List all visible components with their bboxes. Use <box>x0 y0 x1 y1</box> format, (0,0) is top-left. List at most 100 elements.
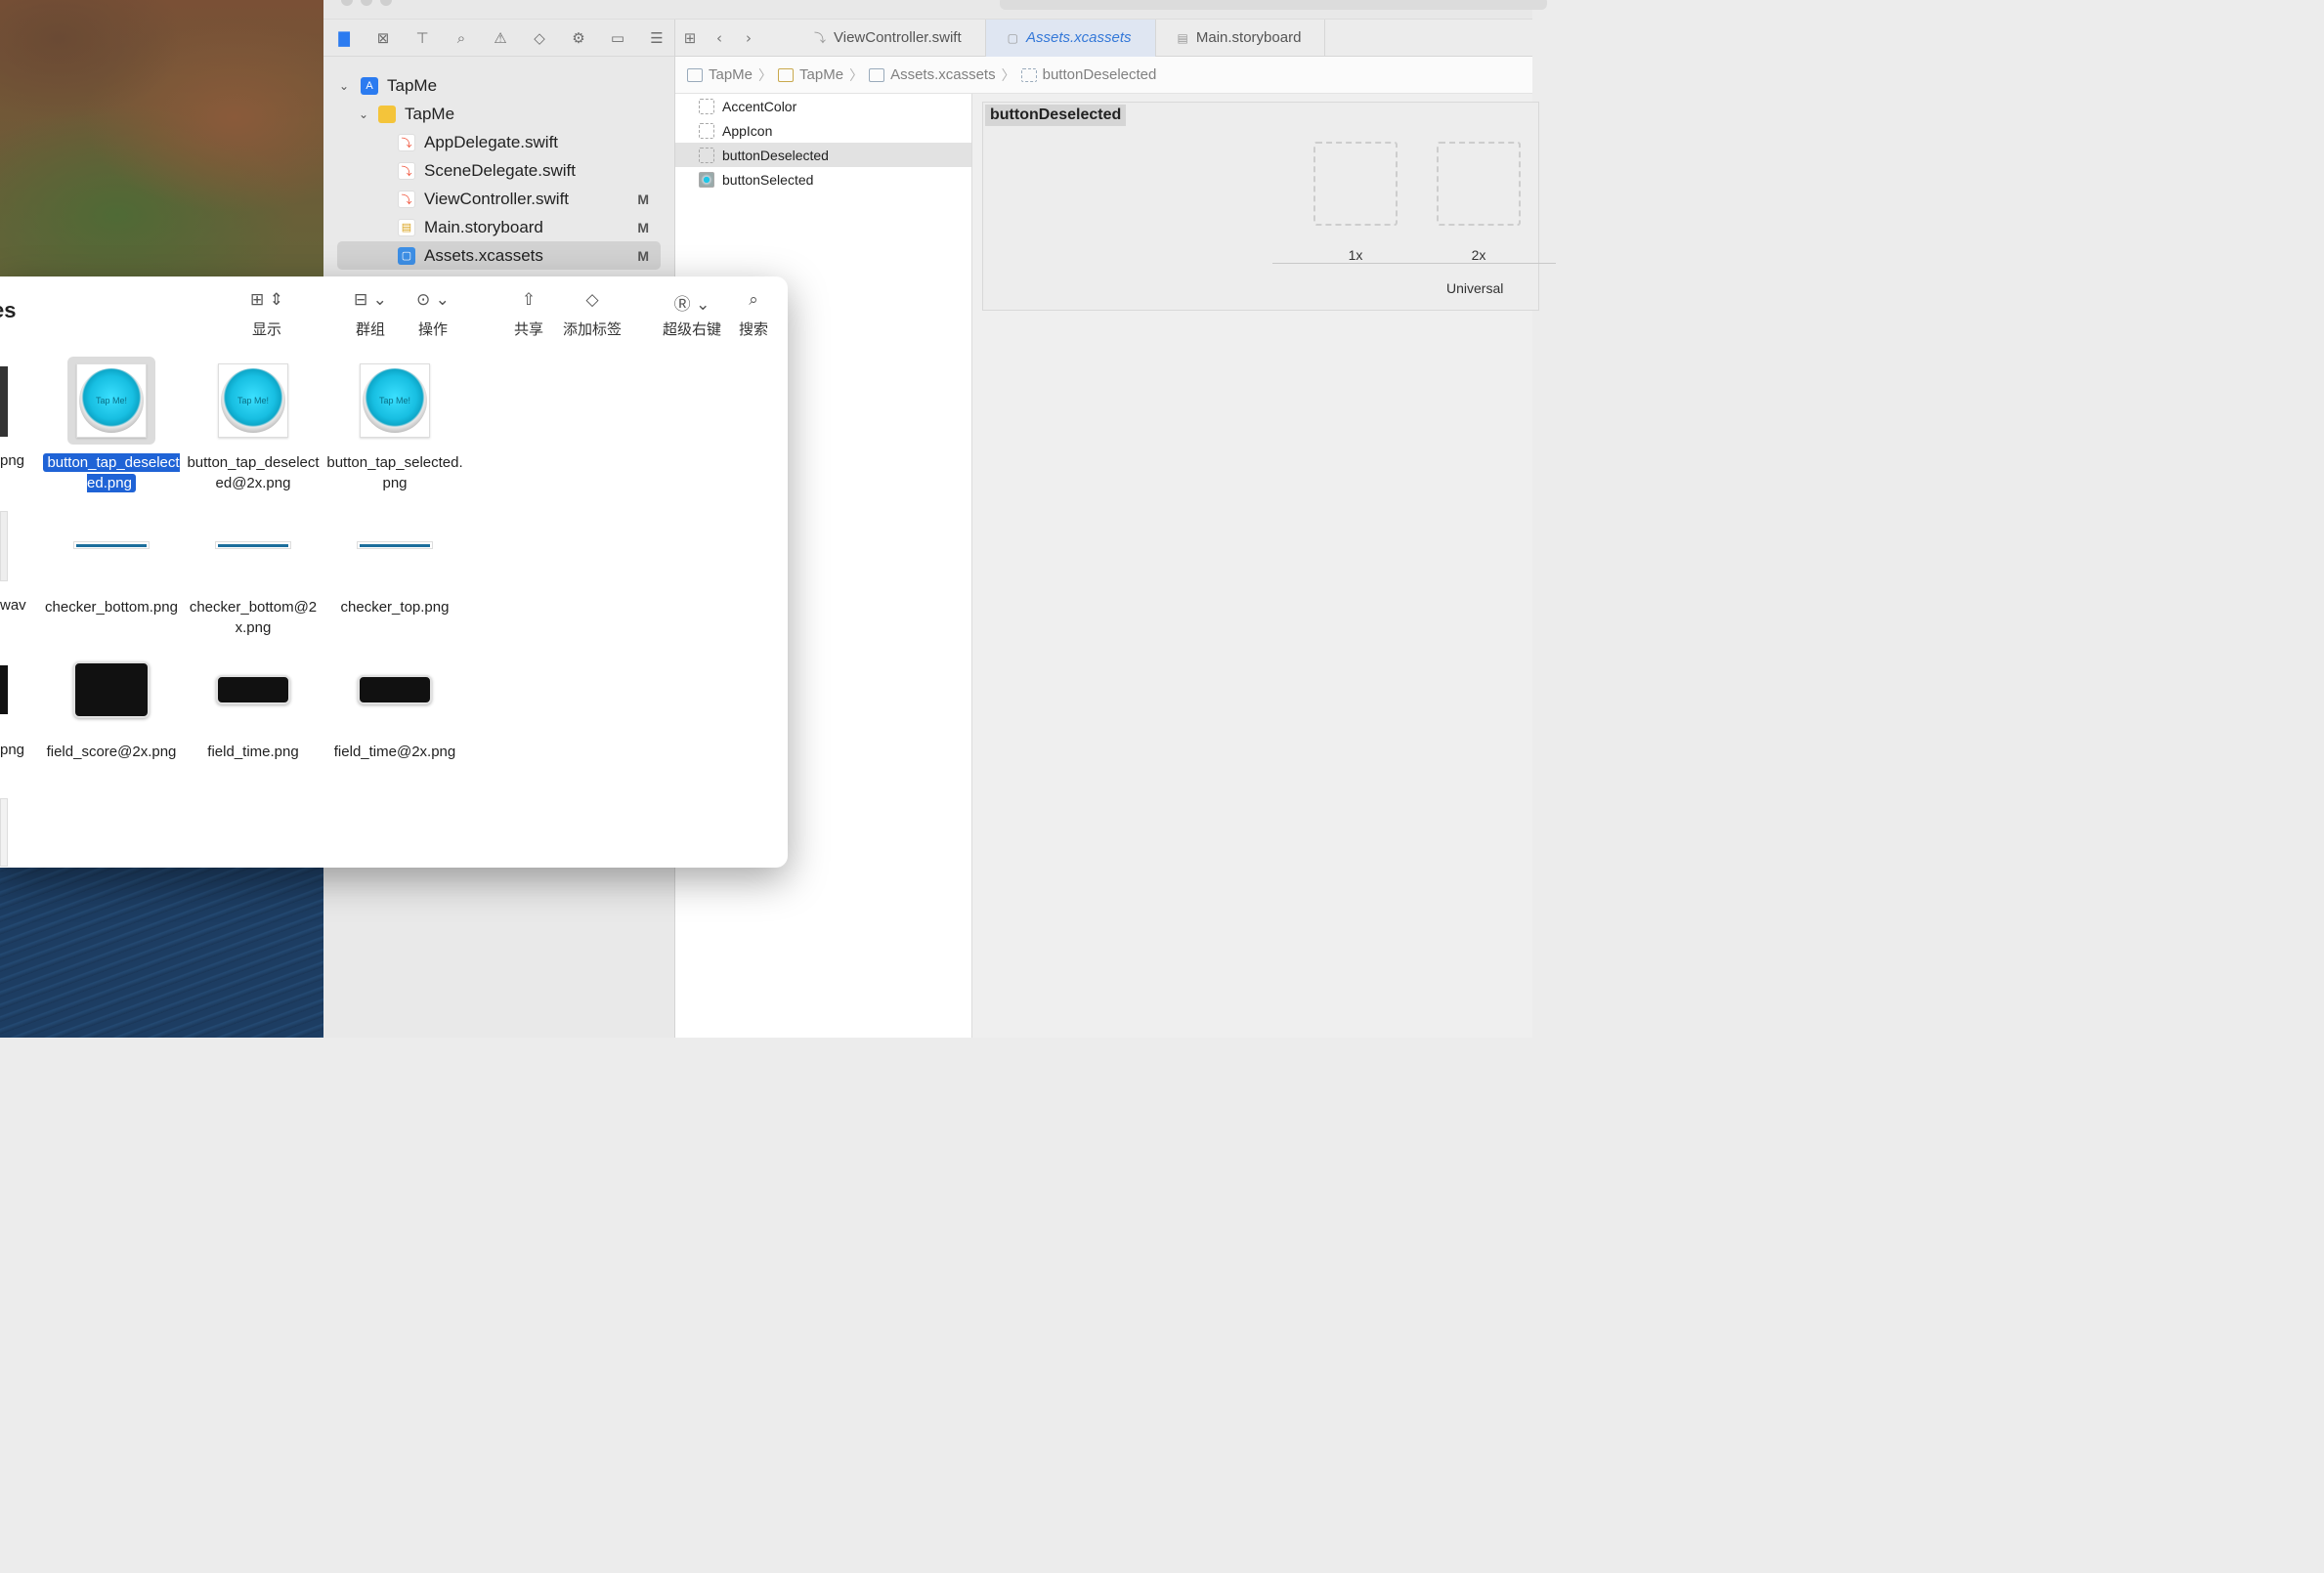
file-item-field-score-2x[interactable]: field_score@2x.png <box>43 646 180 762</box>
image-set-title: buttonDeselected <box>985 105 1127 126</box>
view-button[interactable]: ⊞ ⇕ 显示 <box>250 290 283 339</box>
tree-item-label: TapMe <box>387 75 438 95</box>
tree-item-viewcontroller[interactable]: ⤵ ViewController.swift M <box>323 185 674 213</box>
search-icon[interactable]: ⌕ <box>451 27 472 49</box>
tab-storyboard[interactable]: ▤ Main.storyboard <box>1156 19 1326 57</box>
symbol-icon[interactable]: ⊤ <box>411 27 433 49</box>
asset-item-appicon[interactable]: AppIcon <box>675 118 971 143</box>
debug-icon[interactable]: ⚙ <box>568 27 589 49</box>
grid-icon[interactable]: ⊞ <box>675 29 705 47</box>
chevron-right-icon[interactable]: › <box>734 29 763 47</box>
asset-catalog-icon <box>869 67 885 82</box>
tree-item-label: AppDelegate.swift <box>424 132 559 151</box>
tree-item-scenedelegate[interactable]: ⤵ SceneDelegate.swift <box>323 156 674 185</box>
wallpaper-sea <box>0 860 323 1038</box>
toolbar-label: 群组 <box>355 321 385 338</box>
tab-label: Main.storyboard <box>1195 29 1302 46</box>
storyboard-file-icon: ▤ <box>398 218 415 236</box>
super-right-click-button[interactable]: Ⓡ ⌄ 超级右键 <box>663 290 721 339</box>
file-name[interactable]: button_tap_deselected.png <box>43 452 180 493</box>
tab-assets[interactable]: ▢ Assets.xcassets <box>985 19 1156 57</box>
tree-item-label: TapMe <box>405 104 455 123</box>
partial-file-thumbnail[interactable] <box>0 798 8 867</box>
toolbar-label: 共享 <box>514 321 544 338</box>
breadcrumb-item[interactable]: TapMe <box>709 66 753 83</box>
file-item-field-time[interactable]: field_time.png <box>185 646 322 762</box>
search-icon: ⌕ <box>749 290 758 310</box>
group-button[interactable]: ⊟ ⌄ 群组 <box>354 290 387 339</box>
tag-icon: ◇ <box>585 290 599 310</box>
tree-item-project[interactable]: ⌄ A TapMe <box>323 71 674 100</box>
action-button[interactable]: ⊙ ⌄ 操作 <box>416 290 450 339</box>
tree-item-storyboard[interactable]: ▤ Main.storyboard M <box>323 213 674 241</box>
folder-icon[interactable]: ▇ <box>333 27 355 49</box>
chevron-right-icon: 〉 <box>1001 66 1015 83</box>
file-item-checker-bottom[interactable]: checker_bottom.png <box>43 501 180 617</box>
view-grid-icon: ⊞ ⇕ <box>250 290 283 310</box>
tap-me-button-image: Tap Me! <box>79 368 144 433</box>
modified-badge: M <box>637 247 649 264</box>
file-thumbnail <box>351 646 439 734</box>
share-icon: ⇧ <box>521 290 537 310</box>
tab-label: ViewController.swift <box>834 29 962 46</box>
breadcrumb-item[interactable]: TapMe <box>799 66 843 83</box>
partial-file-thumbnail[interactable] <box>0 511 8 581</box>
source-control-icon[interactable]: ⊠ <box>372 27 394 49</box>
tab-viewcontroller[interactable]: ⤵ ViewController.swift <box>793 19 986 57</box>
file-thumbnail <box>67 646 155 734</box>
test-icon[interactable]: ◇ <box>529 27 550 49</box>
file-name: field_time@2x.png <box>333 744 456 760</box>
file-name: checker_bottom.png <box>45 599 178 616</box>
tree-item-label: ViewController.swift <box>424 189 570 208</box>
share-button[interactable]: ⇧ 共享 <box>514 290 543 339</box>
file-item-checker-top[interactable]: checker_top.png <box>326 501 463 617</box>
chevron-down-icon[interactable]: ⌄ <box>359 107 372 121</box>
search-button[interactable]: ⌕ 搜索 <box>739 290 768 339</box>
modified-badge: M <box>637 219 649 235</box>
partial-file-name: png <box>0 742 25 758</box>
file-thumbnail: Tap Me! <box>209 357 297 445</box>
breadcrumb-item[interactable]: Assets.xcassets <box>890 66 996 83</box>
zoom-window-button[interactable] <box>380 0 392 6</box>
image-set-panel: buttonDeselected 1x 2x Universal <box>982 102 1556 311</box>
close-window-button[interactable] <box>341 0 353 6</box>
breakpoint-icon[interactable]: ▭ <box>607 27 628 49</box>
file-thumbnail <box>209 646 297 734</box>
file-item-button-tap-selected[interactable]: Tap Me! button_tap_selected.png <box>326 357 463 493</box>
file-item-button-tap-deselected[interactable]: Tap Me! button_tap_deselected.png <box>43 357 180 493</box>
editor-area: ⊞ ‹ › ⤵ ViewController.swift ▢ Assets.xc… <box>675 19 1556 1038</box>
slot-1x[interactable] <box>1313 142 1398 226</box>
file-item-field-time-2x[interactable]: field_time@2x.png <box>326 646 463 762</box>
color-set-icon <box>699 98 714 114</box>
asset-item-accentcolor[interactable]: AccentColor <box>675 94 971 118</box>
file-item-checker-bottom-2x[interactable]: checker_bottom@2x.png <box>185 501 322 638</box>
tree-item-assets[interactable]: ▢ Assets.xcassets M <box>337 241 661 270</box>
swift-file-icon: ⤵ <box>398 190 415 208</box>
chevron-left-icon[interactable]: ‹ <box>705 29 734 47</box>
file-name: field_time.png <box>207 744 299 760</box>
slot-2x[interactable] <box>1437 142 1521 226</box>
file-name: field_score@2x.png <box>46 744 177 760</box>
breadcrumb-item[interactable]: buttonDeselected <box>1043 66 1157 83</box>
folder-icon <box>778 67 795 82</box>
finder-window: es ⊞ ⇕ 显示 ⊟ ⌄ 群组 ⊙ ⌄ 操作 ⇧ 共享 ◇ 添加标签 Ⓡ ⌄ … <box>0 276 788 868</box>
partial-file-thumbnail[interactable] <box>0 366 8 437</box>
chevron-down-icon[interactable]: ⌄ <box>339 79 353 93</box>
tree-item-label: SceneDelegate.swift <box>424 160 576 180</box>
partial-file-thumbnail[interactable] <box>0 665 8 714</box>
image-set-icon <box>1020 67 1037 82</box>
add-tag-button[interactable]: ◇ 添加标签 <box>563 290 622 339</box>
minimize-window-button[interactable] <box>361 0 372 6</box>
asset-item-buttonselected[interactable]: buttonSelected <box>675 167 971 191</box>
tree-item-label: Assets.xcassets <box>424 245 543 265</box>
file-tree: ⌄ A TapMe ⌄ TapMe ⤵ AppDelegate.swift ⤵ … <box>323 57 674 270</box>
warning-icon[interactable]: ⚠ <box>490 27 511 49</box>
tree-item-folder[interactable]: ⌄ TapMe <box>323 100 674 128</box>
project-icon: A <box>361 76 378 95</box>
navigator-toolbar: ▇ ⊠ ⊤ ⌕ ⚠ ◇ ⚙ ▭ ☰ <box>323 20 674 57</box>
tree-item-appdelegate[interactable]: ⤵ AppDelegate.swift <box>323 128 674 156</box>
file-item-button-tap-deselected-2x[interactable]: Tap Me! button_tap_deselected@2x.png <box>185 357 322 493</box>
asset-item-buttondeselected[interactable]: buttonDeselected <box>675 143 971 167</box>
asset-catalog-icon: ▢ <box>398 246 415 265</box>
report-icon[interactable]: ☰ <box>646 27 667 49</box>
